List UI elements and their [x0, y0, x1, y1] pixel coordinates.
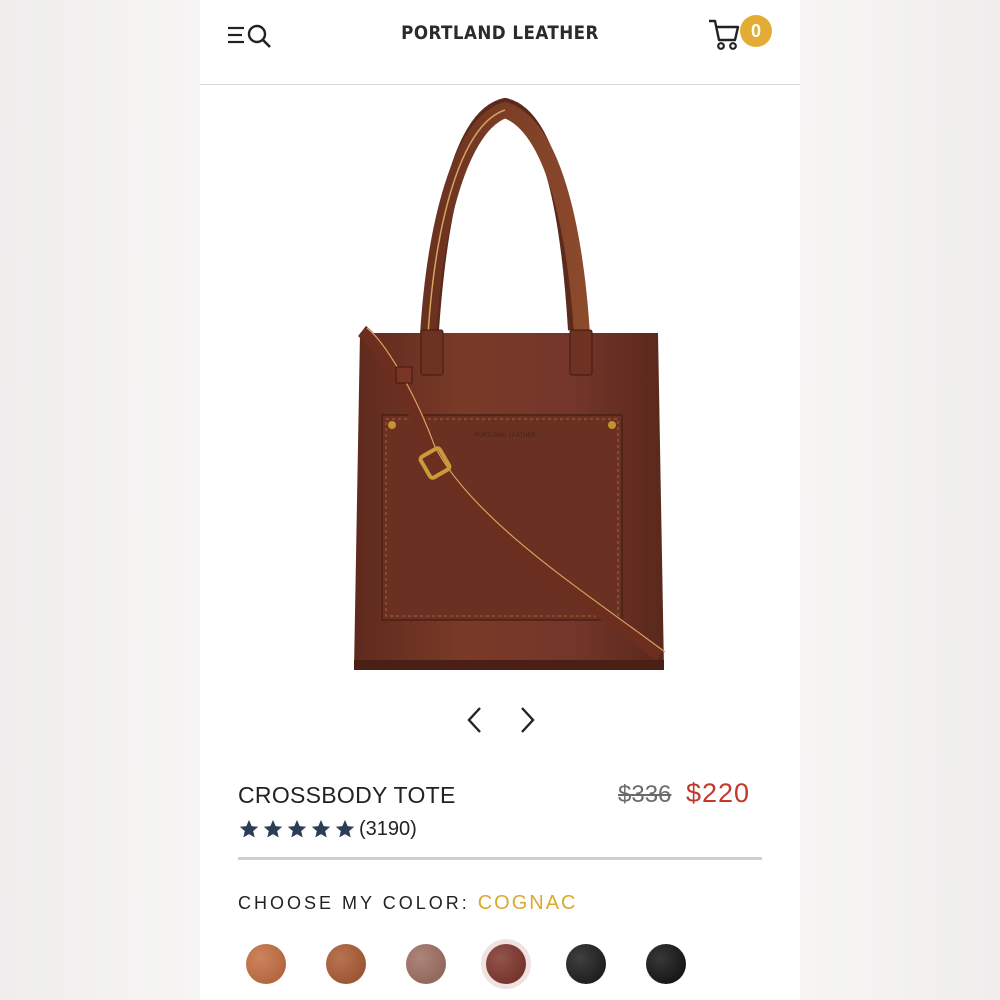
- star-icon: [287, 819, 307, 838]
- color-swatch[interactable]: [326, 944, 366, 984]
- original-price: $336: [618, 781, 672, 808]
- star-icon: [263, 819, 283, 838]
- cart-count-badge[interactable]: 0: [740, 15, 772, 47]
- color-swatch[interactable]: [406, 944, 446, 984]
- mobile-page: PORTLAND LEATHER 0 PORTLAND LEATHER CROS…: [200, 0, 800, 1000]
- color-swatch[interactable]: [646, 944, 686, 984]
- star-icon: [239, 819, 259, 838]
- selected-color: COGNAC: [477, 892, 578, 914]
- star-icon: [335, 819, 355, 838]
- color-label-text: CHOOSE MY COLOR:: [238, 893, 470, 913]
- star-icon: [311, 819, 331, 838]
- color-label: CHOOSE MY COLOR: COGNAC: [238, 892, 578, 915]
- product-image: PORTLAND LEATHER: [354, 97, 666, 670]
- color-swatch-cognac[interactable]: [246, 944, 286, 984]
- color-swatch[interactable]: [566, 944, 606, 984]
- review-count[interactable]: (3190): [359, 818, 417, 841]
- divider: [238, 857, 762, 860]
- product-rating[interactable]: (3190): [238, 816, 417, 842]
- background-right: [800, 0, 1000, 1000]
- svg-text:PORTLAND LEATHER: PORTLAND LEATHER: [474, 432, 535, 439]
- site-header: PORTLAND LEATHER 0: [200, 0, 800, 85]
- brand-logo[interactable]: PORTLAND LEATHER: [236, 22, 764, 44]
- chevron-right-icon[interactable]: [507, 700, 547, 740]
- chevron-left-icon[interactable]: [455, 700, 495, 740]
- color-swatch[interactable]: [486, 944, 526, 984]
- product-title: CROSSBODY TOTE: [238, 782, 456, 808]
- sale-price: $220: [686, 778, 751, 808]
- background-left: [0, 0, 200, 1000]
